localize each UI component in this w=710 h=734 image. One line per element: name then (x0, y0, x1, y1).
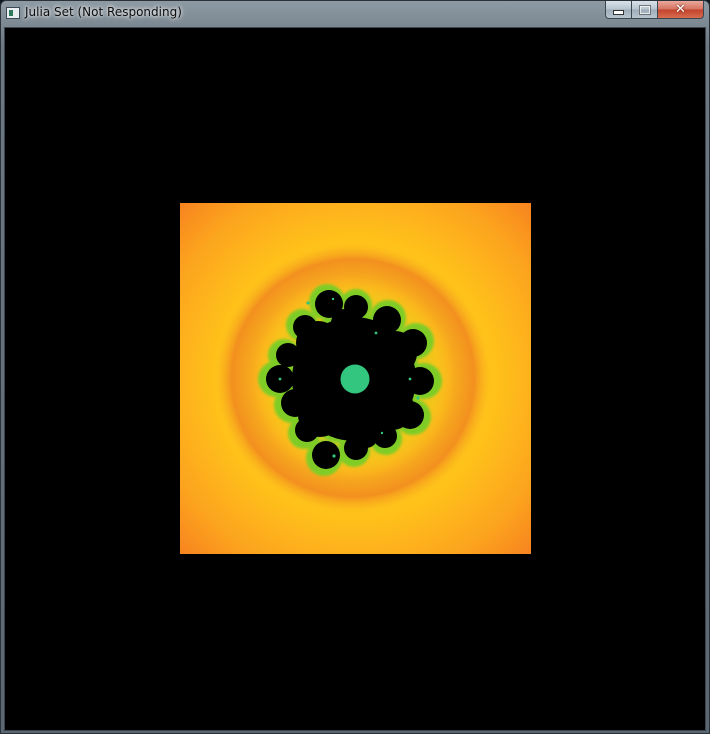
window-controls: ✕ (605, 1, 704, 20)
render-area[interactable] (4, 27, 706, 731)
app-icon[interactable] (6, 7, 20, 19)
close-button[interactable]: ✕ (658, 1, 704, 19)
window-title: Julia Set (Not Responding) (25, 5, 182, 19)
application-window: Julia Set (Not Responding) ✕ (0, 0, 710, 734)
close-icon: ✕ (675, 2, 686, 17)
maximize-button[interactable] (632, 1, 658, 19)
minimize-button[interactable] (605, 1, 632, 19)
julia-set-image (180, 203, 531, 554)
maximize-icon (639, 5, 650, 14)
center-disk (340, 364, 370, 394)
minimize-icon (613, 10, 624, 15)
title-bar[interactable]: Julia Set (Not Responding) ✕ (1, 1, 709, 27)
